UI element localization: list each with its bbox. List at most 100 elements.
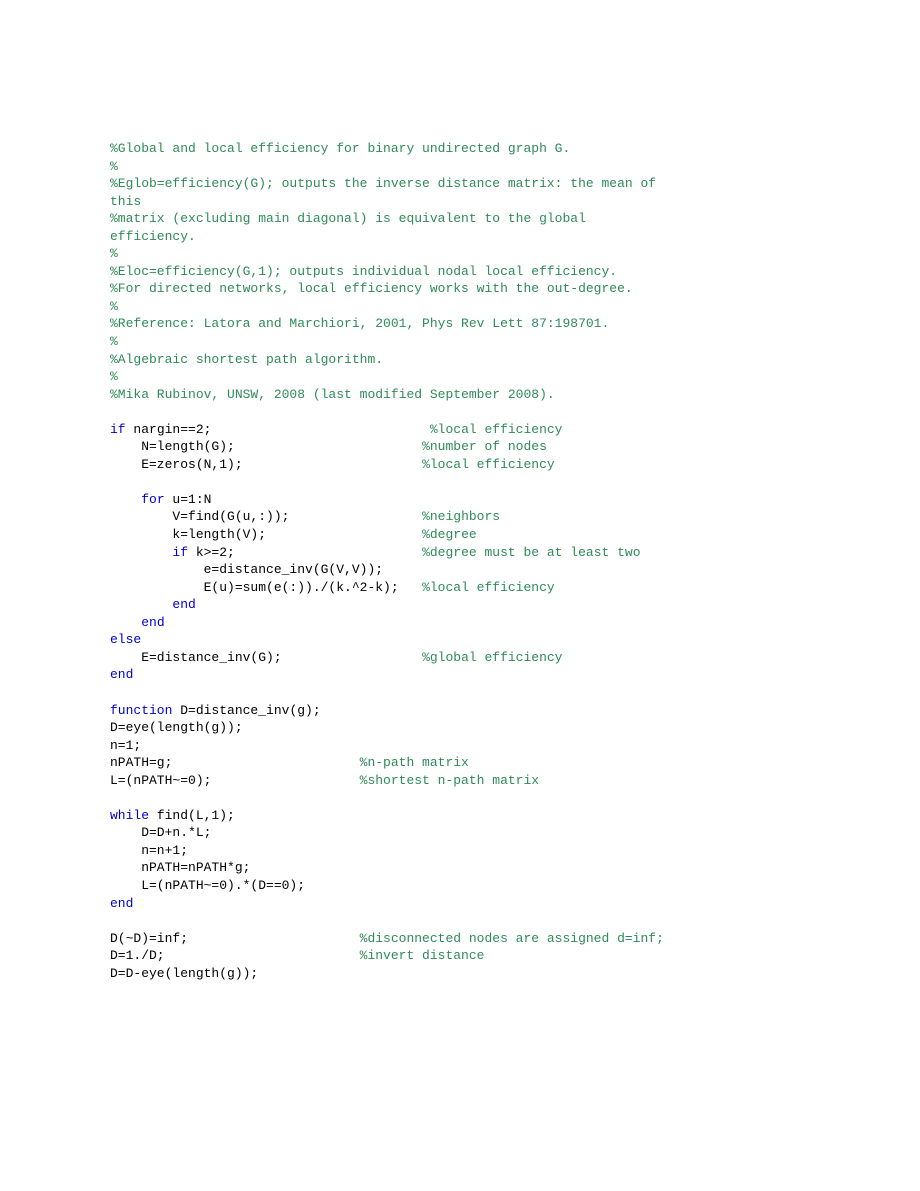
code-line <box>110 912 810 930</box>
code-token-plain: V=find(G(u,:)); <box>110 509 422 524</box>
code-token-plain: nPATH=nPATH*g; <box>110 860 250 875</box>
code-line: nPATH=g; %n-path matrix <box>110 754 810 772</box>
code-token-keyword: end <box>141 615 164 630</box>
code-line: for u=1:N <box>110 491 810 509</box>
code-line: n=n+1; <box>110 842 810 860</box>
code-token-comment: %degree must be at least two <box>422 545 640 560</box>
code-token-keyword: else <box>110 632 141 647</box>
code-token-plain: n=n+1; <box>110 843 188 858</box>
code-token-plain <box>110 615 141 630</box>
code-token-plain: D=eye(length(g)); <box>110 720 243 735</box>
code-token-comment: %invert distance <box>360 948 485 963</box>
code-token-comment: %degree <box>422 527 477 542</box>
code-token-plain: E(u)=sum(e(:))./(k.^2-k); <box>110 580 422 595</box>
code-line: D=D-eye(length(g)); <box>110 965 810 983</box>
code-token-comment: %matrix (excluding main diagonal) is equ… <box>110 211 594 226</box>
code-line: k=length(V); %degree <box>110 526 810 544</box>
code-token-keyword: function <box>110 703 172 718</box>
code-token-keyword: end <box>172 597 195 612</box>
code-line: D=eye(length(g)); <box>110 719 810 737</box>
code-token-plain <box>110 790 118 805</box>
code-token-comment: %neighbors <box>422 509 500 524</box>
code-token-comment: %Global and local efficiency for binary … <box>110 141 570 156</box>
code-token-plain: k=length(V); <box>110 527 422 542</box>
code-token-comment: %global efficiency <box>422 650 562 665</box>
code-line: if nargin==2; %local efficiency <box>110 421 810 439</box>
code-token-keyword: end <box>110 667 133 682</box>
code-token-comment: efficiency. <box>110 229 196 244</box>
code-token-plain: D=D+n.*L; <box>110 825 211 840</box>
code-line: e=distance_inv(G(V,V)); <box>110 561 810 579</box>
code-line: end <box>110 614 810 632</box>
code-line: E=distance_inv(G); %global efficiency <box>110 649 810 667</box>
code-line: %Mika Rubinov, UNSW, 2008 (last modified… <box>110 386 810 404</box>
code-line: end <box>110 596 810 614</box>
code-line <box>110 789 810 807</box>
code-line: if k>=2; %degree must be at least two <box>110 544 810 562</box>
code-token-comment: this <box>110 194 141 209</box>
code-line: efficiency. <box>110 228 810 246</box>
code-token-plain: E=distance_inv(G); <box>110 650 422 665</box>
code-token-comment: %n-path matrix <box>360 755 469 770</box>
code-token-plain: D=distance_inv(g); <box>172 703 320 718</box>
code-token-plain: N=length(G); <box>110 439 422 454</box>
code-line: %Eglob=efficiency(G); outputs the invers… <box>110 175 810 193</box>
code-line: % <box>110 333 810 351</box>
code-token-comment: %local efficiency <box>422 580 555 595</box>
code-token-plain: D(~D)=inf; <box>110 931 360 946</box>
code-token-keyword: for <box>141 492 164 507</box>
code-token-plain <box>110 545 172 560</box>
code-token-plain <box>110 913 118 928</box>
code-token-comment: %For directed networks, local efficiency… <box>110 281 633 296</box>
code-line: %For directed networks, local efficiency… <box>110 280 810 298</box>
code-line: V=find(G(u,:)); %neighbors <box>110 508 810 526</box>
code-token-comment: %disconnected nodes are assigned d=inf; <box>360 931 664 946</box>
code-line: D=D+n.*L; <box>110 824 810 842</box>
code-token-comment: % <box>110 159 118 174</box>
code-line: %Eloc=efficiency(G,1); outputs individua… <box>110 263 810 281</box>
code-line: L=(nPATH~=0).*(D==0); <box>110 877 810 895</box>
page: %Global and local efficiency for binary … <box>0 0 920 1191</box>
code-token-plain: L=(nPATH~=0); <box>110 773 360 788</box>
code-token-comment: %Eglob=efficiency(G); outputs the invers… <box>110 176 664 191</box>
code-line: %Reference: Latora and Marchiori, 2001, … <box>110 315 810 333</box>
code-token-plain: L=(nPATH~=0).*(D==0); <box>110 878 305 893</box>
code-token-comment: % <box>110 369 118 384</box>
code-line: this <box>110 193 810 211</box>
code-token-comment: %Eloc=efficiency(G,1); outputs individua… <box>110 264 617 279</box>
code-token-plain: E=zeros(N,1); <box>110 457 422 472</box>
code-line <box>110 403 810 421</box>
code-token-comment: % <box>110 334 118 349</box>
code-line: E=zeros(N,1); %local efficiency <box>110 456 810 474</box>
code-token-plain <box>110 685 118 700</box>
code-line: L=(nPATH~=0); %shortest n-path matrix <box>110 772 810 790</box>
code-token-plain: nPATH=g; <box>110 755 360 770</box>
code-token-plain <box>110 474 118 489</box>
code-token-plain: find(L,1); <box>149 808 235 823</box>
code-token-keyword: while <box>110 808 149 823</box>
code-line: N=length(G); %number of nodes <box>110 438 810 456</box>
code-listing: %Global and local efficiency for binary … <box>110 140 810 982</box>
code-token-plain: D=1./D; <box>110 948 360 963</box>
code-line: D=1./D; %invert distance <box>110 947 810 965</box>
code-token-plain: e=distance_inv(G(V,V)); <box>110 562 383 577</box>
code-line: nPATH=nPATH*g; <box>110 859 810 877</box>
code-line: while find(L,1); <box>110 807 810 825</box>
code-token-comment: % <box>110 299 118 314</box>
code-token-keyword: end <box>110 896 133 911</box>
code-token-plain <box>110 404 118 419</box>
code-line: end <box>110 666 810 684</box>
code-token-plain <box>110 597 172 612</box>
code-token-comment: %Reference: Latora and Marchiori, 2001, … <box>110 316 609 331</box>
code-line: % <box>110 298 810 316</box>
code-line: %Global and local efficiency for binary … <box>110 140 810 158</box>
code-line: %Algebraic shortest path algorithm. <box>110 351 810 369</box>
code-token-comment: %local efficiency <box>430 422 563 437</box>
code-token-plain: nargin==2; <box>126 422 430 437</box>
code-token-comment: %shortest n-path matrix <box>360 773 539 788</box>
code-token-plain: D=D-eye(length(g)); <box>110 966 258 981</box>
code-line <box>110 684 810 702</box>
code-token-comment: %number of nodes <box>422 439 547 454</box>
code-token-plain: k>=2; <box>188 545 422 560</box>
code-line <box>110 473 810 491</box>
